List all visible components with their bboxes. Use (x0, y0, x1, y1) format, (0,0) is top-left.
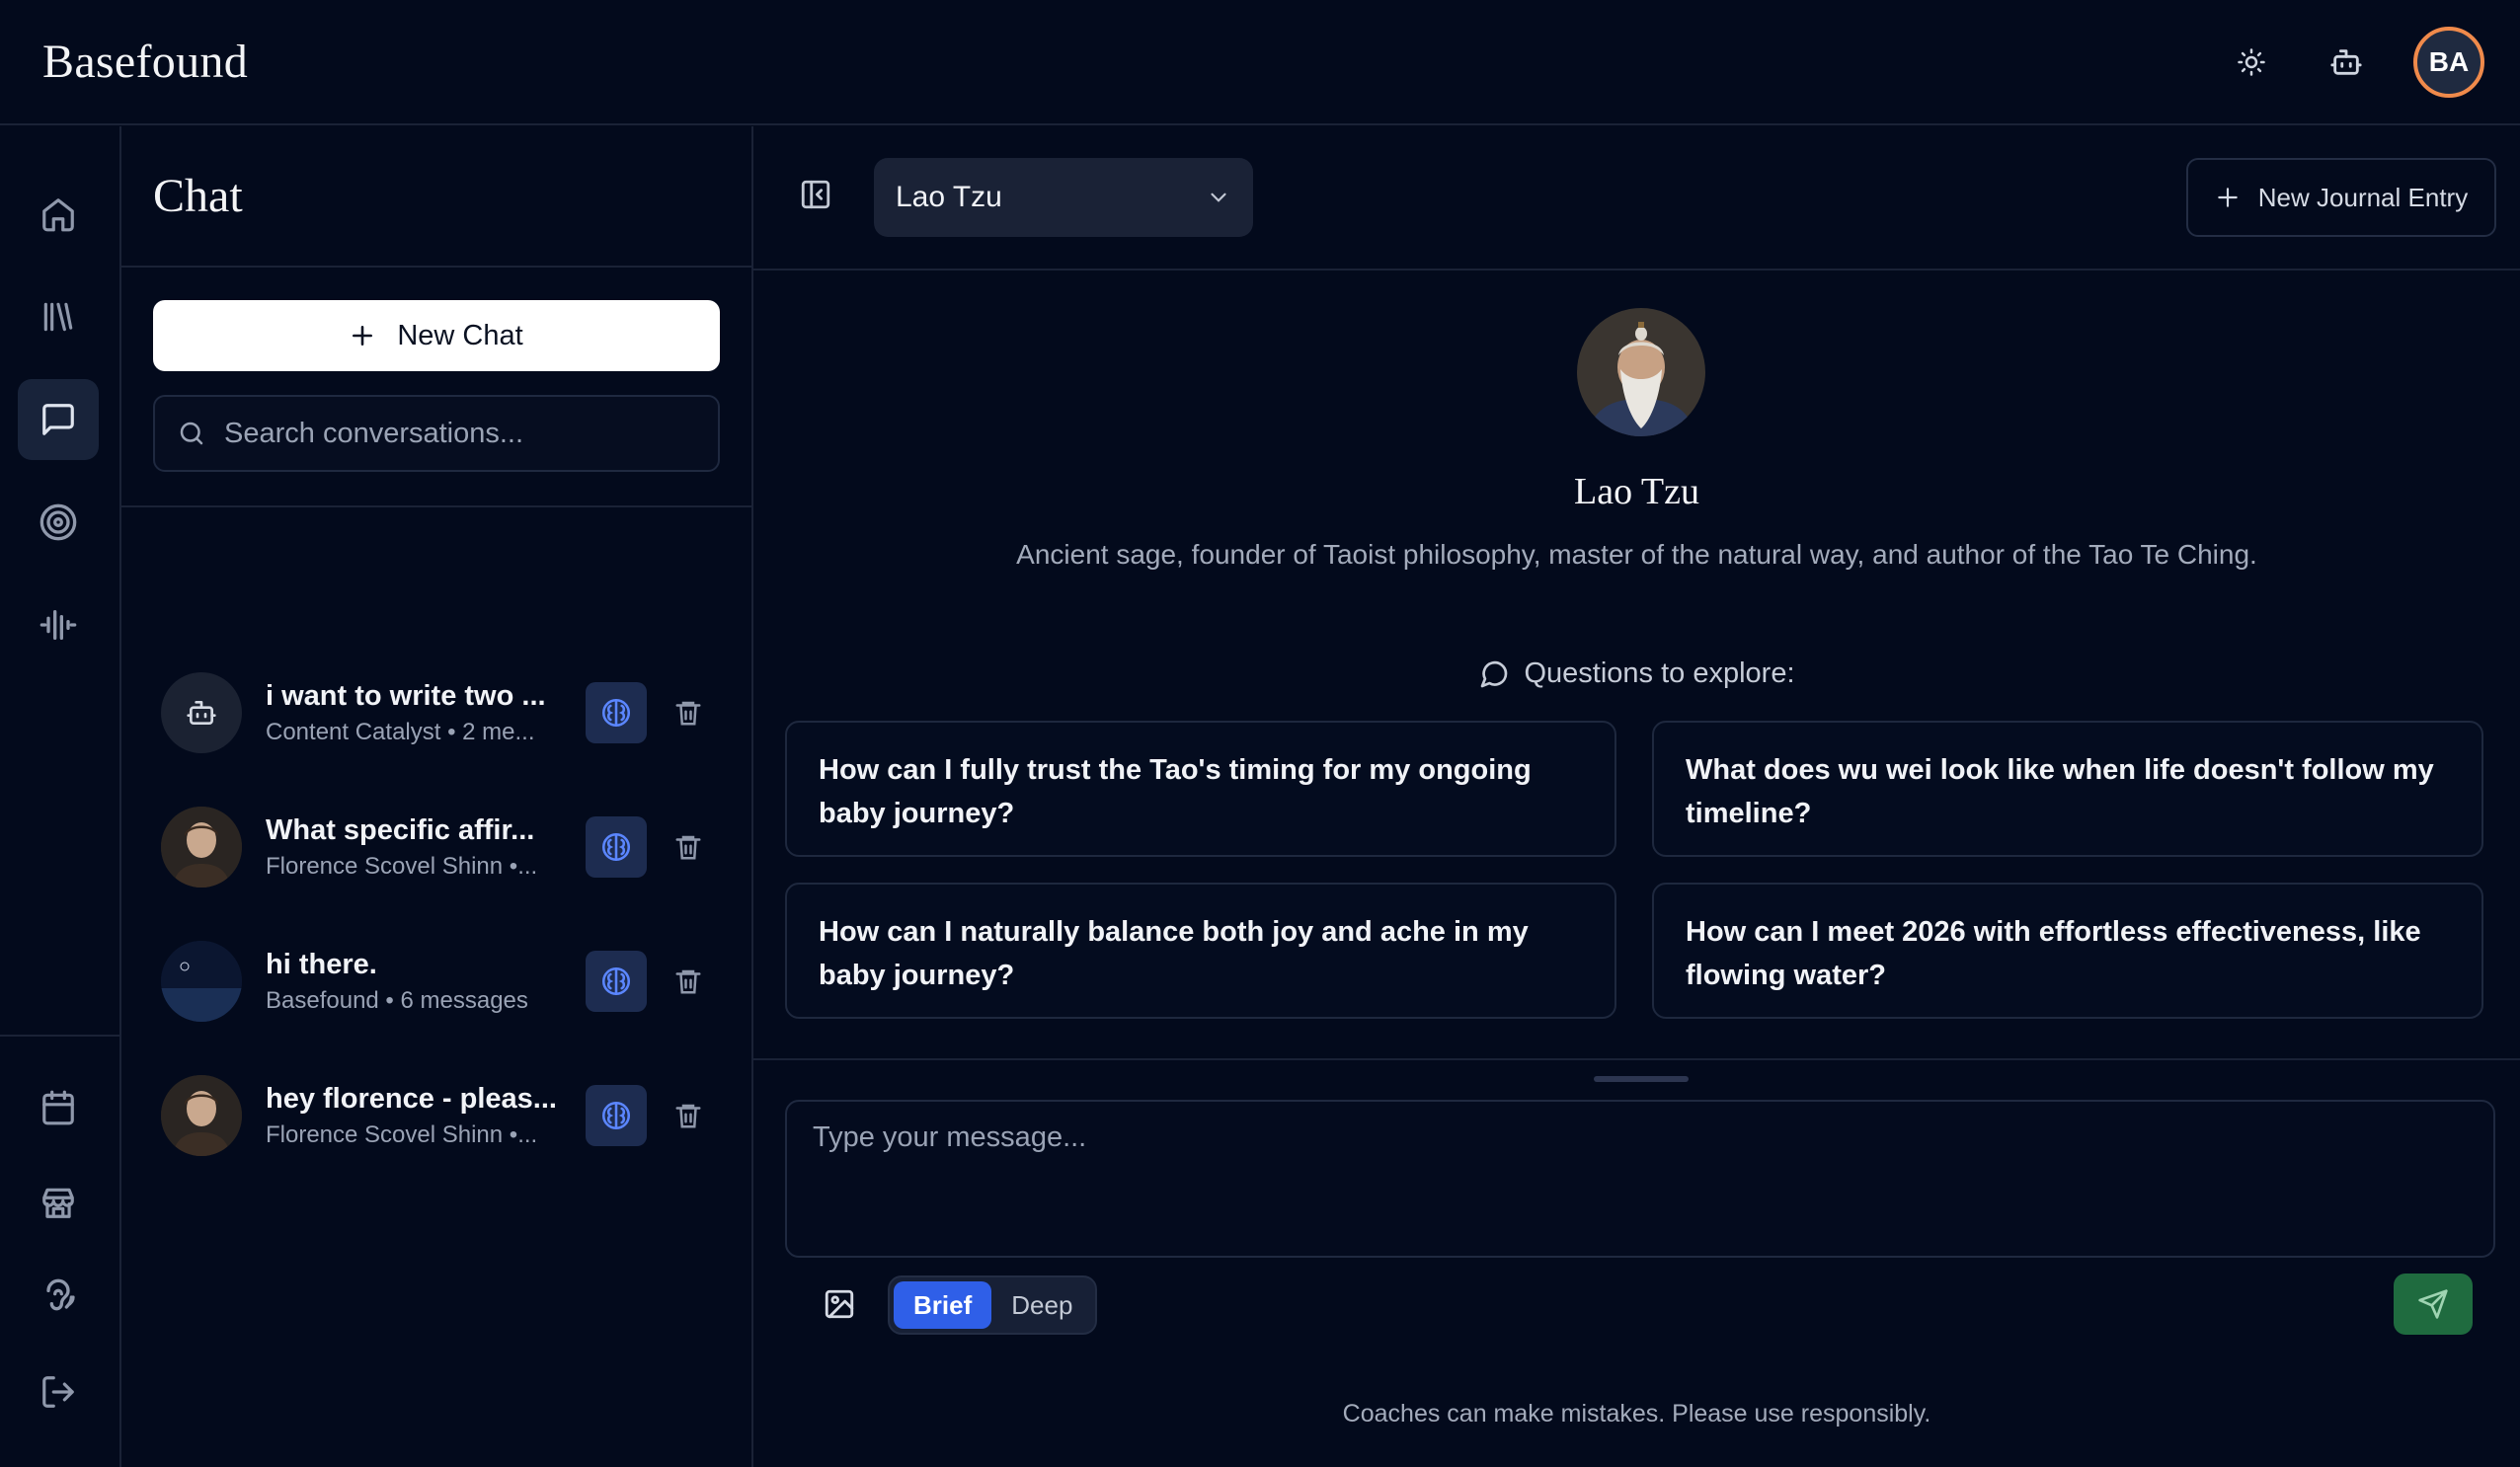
plus-icon (353, 326, 373, 346)
mode-brief[interactable]: Brief (894, 1281, 992, 1329)
home-icon[interactable] (18, 174, 99, 255)
delete-button[interactable] (667, 825, 710, 869)
logout-icon[interactable] (18, 1351, 99, 1432)
top-bar: Basefound BA (0, 0, 2520, 125)
brand-logo[interactable]: Basefound (42, 35, 248, 89)
calendar-icon[interactable] (18, 1067, 99, 1148)
brain-button[interactable] (586, 1085, 647, 1146)
main-header: Lao Tzu New Journal Entry (753, 126, 2520, 270)
target-icon[interactable] (18, 482, 99, 563)
chat-icon[interactable] (18, 379, 99, 460)
new-chat-label: New Chat (397, 319, 523, 351)
conversation-item[interactable]: What specific affir... Florence Scovel S… (161, 800, 734, 894)
bot-avatar (161, 672, 242, 753)
trash-icon (675, 969, 701, 994)
resize-handle[interactable] (1594, 1076, 1689, 1082)
brain-icon (601, 832, 631, 862)
brain-button[interactable] (586, 816, 647, 878)
conversation-text: i want to write two ... Content Catalyst… (266, 680, 562, 746)
search-box (153, 395, 720, 472)
search-icon (180, 422, 203, 445)
conversation-title: hey florence - pleas... (266, 1082, 557, 1115)
coach-selector-value: Lao Tzu (896, 181, 1002, 213)
message-input[interactable] (813, 1121, 2468, 1236)
send-icon (2418, 1289, 2448, 1319)
composer-divider (753, 1058, 2520, 1060)
conversation-text: What specific affir... Florence Scovel S… (266, 814, 562, 881)
trash-icon (675, 835, 701, 860)
response-mode-toggle: Brief Deep (888, 1275, 1097, 1335)
message-circle-icon (1481, 660, 1508, 687)
trash-icon (675, 1104, 701, 1128)
main-chat-area: Lao Tzu New Journal Entry Lao Tzu Ancien… (753, 126, 2520, 1467)
questions-header: Questions to explore: (753, 657, 2520, 690)
user-avatar[interactable]: BA (2413, 26, 2484, 98)
florence-avatar (161, 807, 242, 888)
coach-selector[interactable]: Lao Tzu (874, 158, 1253, 237)
chat-panel-title: Chat (153, 170, 243, 222)
conversation-subtitle: Florence Scovel Shinn •... (266, 852, 538, 880)
search-input[interactable] (224, 417, 678, 450)
conversation-title: i want to write two ... (266, 679, 546, 712)
list-divider (121, 505, 753, 507)
conversation-title: hi there. (266, 948, 377, 980)
chat-list-panel: Chat New Chat i want to write two ... Co… (121, 126, 753, 1467)
delete-button[interactable] (667, 960, 710, 1003)
delete-button[interactable] (667, 1094, 710, 1137)
delete-button[interactable] (667, 691, 710, 734)
plus-icon (2218, 188, 2238, 207)
questions-label: Questions to explore: (1524, 657, 1795, 689)
new-journal-entry-label: New Journal Entry (2257, 182, 2469, 212)
new-journal-entry-button[interactable]: New Journal Entry (2186, 158, 2496, 237)
brain-button[interactable] (586, 951, 647, 1012)
sidebar-toggle-icon[interactable] (799, 178, 832, 216)
coach-description: Ancient sage, founder of Taoist philosop… (1016, 539, 2257, 570)
audio-wave-icon[interactable] (18, 584, 99, 665)
bot-icon[interactable] (2319, 35, 2374, 90)
coach-name: Lao Tzu (1574, 471, 1699, 512)
basefound-avatar (161, 941, 242, 1022)
top-actions: BA (2224, 26, 2484, 98)
brain-button[interactable] (586, 682, 647, 743)
conversation-item[interactable]: hi there. Basefound • 6 messages (161, 934, 734, 1029)
suggested-question[interactable]: How can I meet 2026 with effortless effe… (1652, 883, 2483, 1019)
conversation-title: What specific affir... (266, 813, 535, 846)
suggested-question[interactable]: What does wu wei look like when life doe… (1652, 721, 2483, 857)
trash-icon (675, 701, 701, 726)
brain-icon (601, 966, 631, 996)
send-button[interactable] (2394, 1274, 2473, 1335)
disclaimer: Coaches can make mistakes. Please use re… (1342, 1400, 1931, 1428)
image-upload-icon[interactable] (823, 1287, 856, 1326)
suggested-question[interactable]: How can I naturally balance both joy and… (785, 883, 1616, 1019)
nav-rail (0, 126, 121, 1467)
rail-divider (0, 1035, 121, 1037)
conversation-subtitle: Content Catalyst • 2 me... (266, 718, 535, 745)
library-icon[interactable] (18, 276, 99, 357)
sun-icon[interactable] (2224, 35, 2279, 90)
florence-avatar (161, 1075, 242, 1156)
conversation-item[interactable]: i want to write two ... Content Catalyst… (161, 665, 734, 760)
conversation-subtitle: Florence Scovel Shinn •... (266, 1120, 538, 1148)
conversation-text: hi there. Basefound • 6 messages (266, 949, 562, 1015)
voice-icon[interactable] (18, 1257, 99, 1338)
mode-deep[interactable]: Deep (991, 1281, 1092, 1329)
bot-icon (187, 701, 216, 725)
message-box (785, 1100, 2495, 1258)
new-chat-button[interactable]: New Chat (153, 300, 720, 371)
conversation-subtitle: Basefound • 6 messages (266, 986, 528, 1014)
chevron-down-icon (1211, 193, 1226, 202)
chat-panel-header: Chat (121, 126, 751, 268)
store-icon[interactable] (18, 1162, 99, 1243)
conversation-item[interactable]: hey florence - pleas... Florence Scovel … (161, 1068, 734, 1163)
coach-portrait (1577, 308, 1705, 436)
brain-icon (601, 698, 631, 728)
conversation-text: hey florence - pleas... Florence Scovel … (266, 1083, 562, 1149)
brain-icon (601, 1101, 631, 1130)
suggested-question[interactable]: How can I fully trust the Tao's timing f… (785, 721, 1616, 857)
